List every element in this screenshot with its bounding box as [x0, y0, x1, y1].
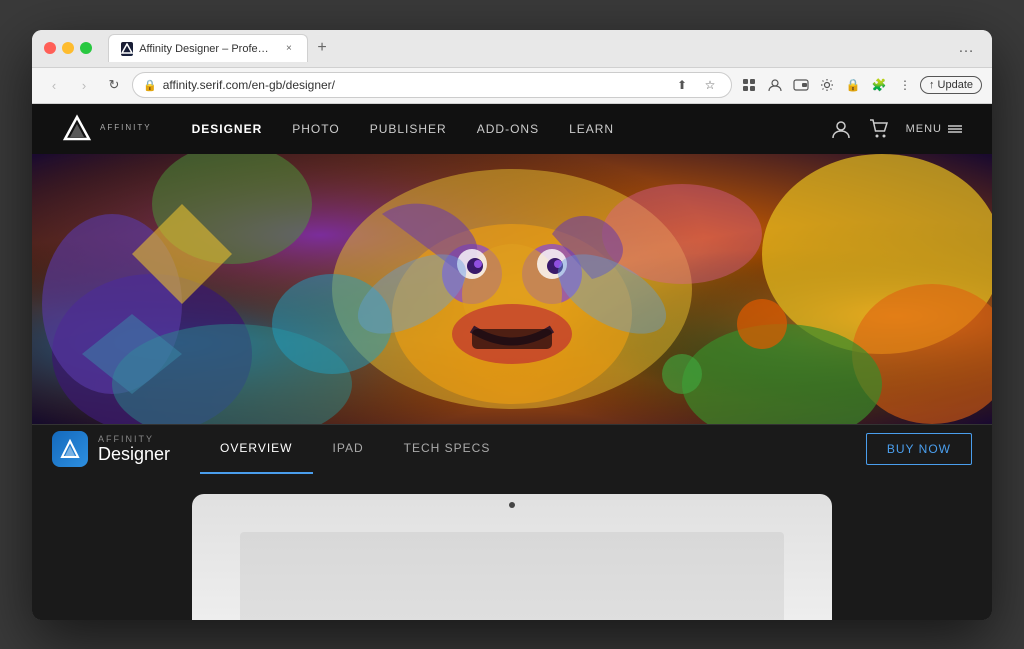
nav-bar: ‹ › ↻ 🔒 affinity.serif.com/en-gb/designe…: [32, 68, 992, 104]
site-nav-right: MENU: [830, 118, 962, 140]
extensions-icon[interactable]: [738, 74, 760, 96]
nav-designer[interactable]: DESIGNER: [192, 122, 263, 136]
title-bar: Affinity Designer – Profession... × + …: [32, 30, 992, 68]
tab-favicon: [121, 42, 133, 56]
product-name: AFFINITY Designer: [98, 434, 170, 465]
below-fold: [32, 474, 992, 620]
nav-learn[interactable]: LEARN: [569, 122, 614, 136]
close-button[interactable]: [44, 42, 56, 54]
tab-ellipsis-button[interactable]: …: [952, 34, 980, 62]
browser-window: Affinity Designer – Profession... × + … …: [32, 30, 992, 620]
designer-icon: [52, 431, 88, 467]
site-nav-links: DESIGNER PHOTO PUBLISHER ADD-ONS LEARN: [192, 122, 830, 136]
user-icon[interactable]: [830, 118, 852, 140]
product-title-label: Designer: [98, 444, 170, 465]
product-affinity-label: AFFINITY: [98, 434, 170, 444]
lock-icon: 🔒: [143, 79, 157, 92]
menu-button[interactable]: MENU: [906, 123, 962, 135]
back-button[interactable]: ‹: [42, 73, 66, 97]
tab-close-button[interactable]: ×: [283, 42, 295, 56]
forward-button[interactable]: ›: [72, 73, 96, 97]
update-arrow: ↑: [929, 79, 935, 91]
website-content: AFFINITY DESIGNER PHOTO PUBLISHER ADD-ON…: [32, 104, 992, 620]
hero-image: [32, 154, 992, 424]
maximize-button[interactable]: [80, 42, 92, 54]
profiles-icon[interactable]: [764, 74, 786, 96]
menu-label: MENU: [906, 123, 942, 135]
update-label: Update: [938, 79, 973, 91]
product-logo: AFFINITY Designer: [52, 431, 170, 467]
nav-addons[interactable]: ADD-ONS: [477, 122, 539, 136]
laptop-content: [240, 532, 784, 620]
more-icon[interactable]: ⋮: [894, 74, 916, 96]
tab-ipad[interactable]: IPAD: [313, 425, 384, 474]
puzzle-icon[interactable]: 🧩: [868, 74, 890, 96]
minimize-button[interactable]: [62, 42, 74, 54]
settings-icon[interactable]: [816, 74, 838, 96]
address-text: affinity.serif.com/en-gb/designer/: [163, 78, 665, 92]
update-button[interactable]: ↑ Update: [920, 76, 982, 94]
laptop-screen: [192, 494, 832, 620]
product-tabs: OVERVIEW IPAD TECH SPECS: [200, 425, 866, 474]
wallet-icon[interactable]: [790, 74, 812, 96]
new-tab-button[interactable]: +: [308, 34, 336, 62]
affinity-small-label: AFFINITY: [100, 124, 152, 133]
tab-bar: Affinity Designer – Profession... × + …: [108, 34, 980, 62]
browser-tab[interactable]: Affinity Designer – Profession... ×: [108, 34, 308, 62]
nav-photo[interactable]: PHOTO: [292, 122, 339, 136]
site-nav: AFFINITY DESIGNER PHOTO PUBLISHER ADD-ON…: [32, 104, 992, 154]
buy-now-button[interactable]: BUY NOW: [866, 433, 972, 465]
cart-icon[interactable]: [868, 118, 890, 140]
lock-ext-icon[interactable]: 🔒: [842, 74, 864, 96]
site-logo[interactable]: AFFINITY: [62, 114, 152, 144]
nav-icons-right: 🔒 🧩 ⋮ ↑ Update: [738, 74, 982, 96]
traffic-lights: [44, 42, 92, 54]
webcam-dot: [509, 502, 515, 508]
tab-title: Affinity Designer – Profession...: [139, 43, 273, 55]
address-bar[interactable]: 🔒 affinity.serif.com/en-gb/designer/ ⬆ ☆: [132, 72, 732, 98]
product-nav: AFFINITY Designer OVERVIEW IPAD TECH SPE…: [32, 424, 992, 474]
share-icon[interactable]: ⬆: [671, 74, 693, 96]
bookmark-icon[interactable]: ☆: [699, 74, 721, 96]
laptop-preview: [192, 494, 832, 620]
nav-publisher[interactable]: PUBLISHER: [370, 122, 447, 136]
refresh-button[interactable]: ↻: [102, 73, 126, 97]
tab-overview[interactable]: OVERVIEW: [200, 425, 312, 474]
tab-tech-specs[interactable]: TECH SPECS: [384, 425, 511, 474]
